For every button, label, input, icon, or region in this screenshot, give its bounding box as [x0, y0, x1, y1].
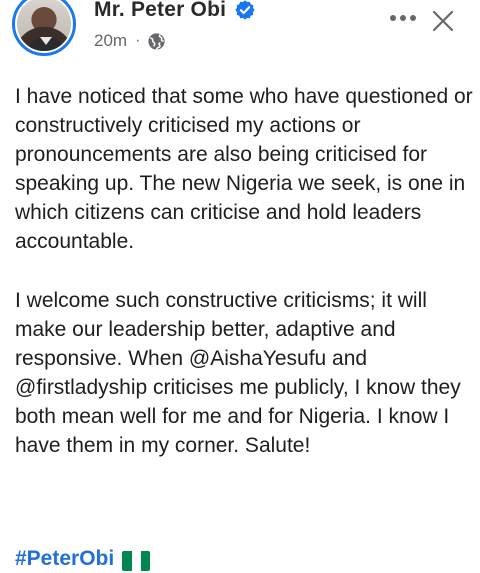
nigeria-flag-icon: [122, 550, 151, 571]
avatar[interactable]: [12, 0, 76, 56]
post-text: I have noticed that some who have questi…: [15, 82, 473, 460]
post-timestamp[interactable]: 20m: [94, 31, 127, 51]
author-row: Mr. Peter Obi: [94, 0, 256, 25]
author-name[interactable]: Mr. Peter Obi: [94, 0, 226, 22]
post-paragraph: I have noticed that some who have questi…: [15, 85, 473, 253]
post-paragraph: I welcome such constructive criticisms; …: [15, 289, 461, 457]
post-meta: 20m ·: [94, 31, 166, 51]
meta-separator: ·: [135, 32, 141, 49]
close-icon[interactable]: [430, 8, 456, 34]
verified-badge-icon: [235, 0, 255, 20]
post-header: Mr. Peter Obi 20m ·: [0, 0, 480, 62]
hashtag-row: #PeterObi: [15, 544, 151, 573]
avatar-photo: [15, 0, 73, 53]
more-options-icon[interactable]: [388, 12, 418, 24]
globe-icon: [148, 32, 165, 50]
hashtag-link[interactable]: #PeterObi: [15, 544, 114, 573]
